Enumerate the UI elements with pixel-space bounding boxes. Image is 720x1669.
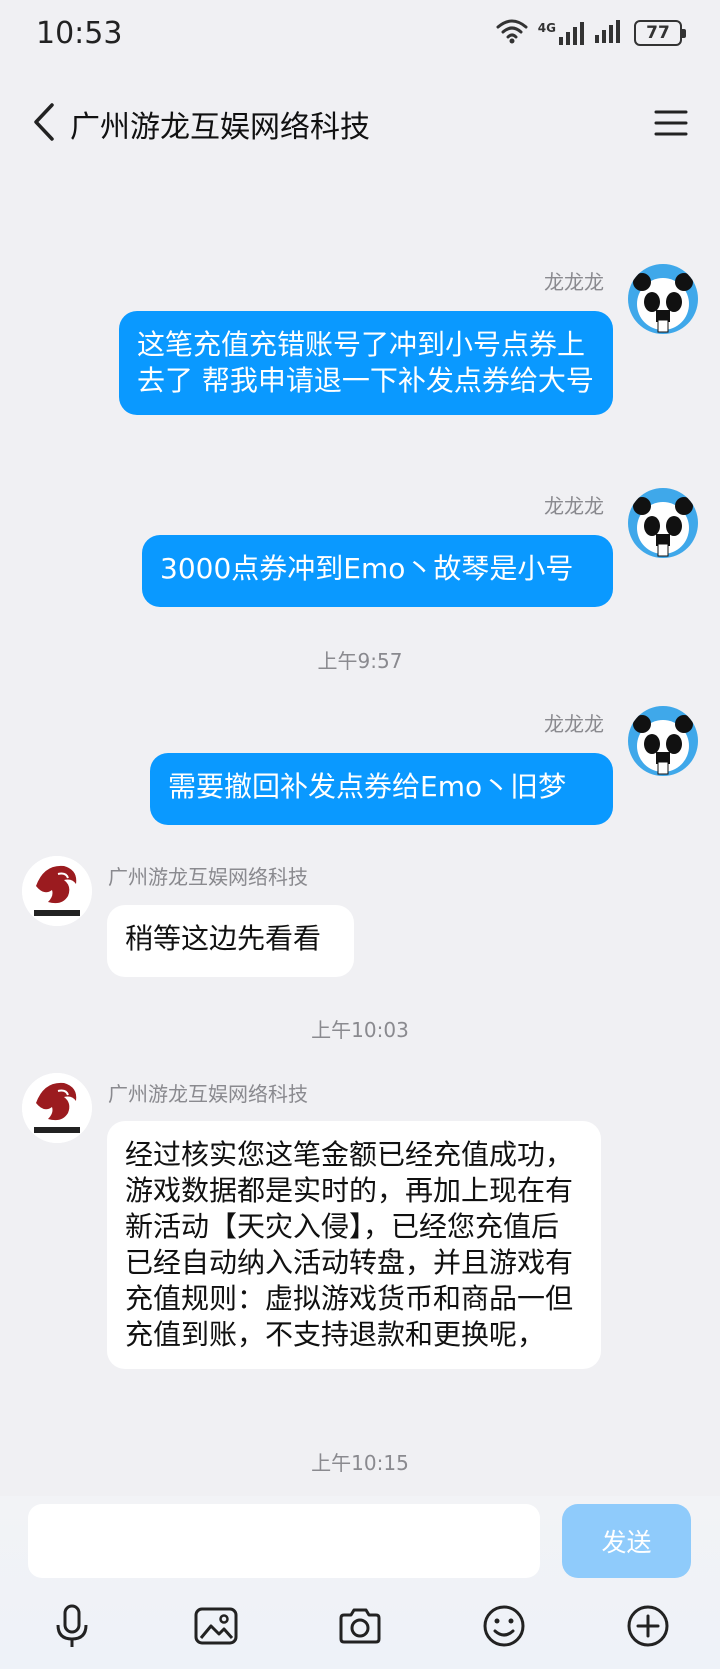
status-time: 10:53 <box>36 16 123 51</box>
image-icon <box>194 1607 238 1645</box>
message-input[interactable] <box>28 1504 540 1578</box>
microphone-icon <box>56 1604 88 1647</box>
chat-title: 广州游龙互娱网络科技 <box>70 110 370 145</box>
message-bubble-outgoing[interactable]: 需要撤回补发点券给Emo丶旧梦 <box>150 753 613 825</box>
status-icons: 4G 77 <box>496 18 686 48</box>
status-bar: 10:53 4G 77 <box>0 0 720 70</box>
dragon-logo-icon <box>22 1073 92 1143</box>
sender-name: 广州游龙互娱网络科技 <box>108 865 308 889</box>
sender-name: 广州游龙互娱网络科技 <box>108 1082 308 1106</box>
image-button[interactable] <box>186 1596 246 1656</box>
message-bubble-incoming[interactable]: 稍等这边先看看 <box>107 905 354 977</box>
message-bubble-outgoing[interactable]: 3000点券冲到Emo丶故琴是小号 <box>142 535 613 607</box>
panda-avatar-icon <box>633 273 693 333</box>
wifi-icon <box>496 18 528 48</box>
camera-icon <box>339 1608 381 1644</box>
chevron-left-icon <box>34 103 54 141</box>
message-bubble-incoming[interactable]: 经过核实您这笔金额已经充值成功，游戏数据都是实时的，再加上现在有新活动【天灾入侵… <box>107 1121 601 1369</box>
back-button[interactable] <box>20 96 68 148</box>
cellular-4g-icon: 4G <box>538 21 584 45</box>
avatar[interactable] <box>22 1073 92 1143</box>
sender-name: 龙龙龙 <box>544 270 604 294</box>
avatar[interactable] <box>628 488 698 558</box>
emoji-icon <box>483 1605 525 1647</box>
message-timestamp: 上午10:15 <box>311 1451 409 1475</box>
panda-avatar-icon <box>633 715 693 775</box>
dragon-logo-icon <box>22 856 92 926</box>
input-area: 发送 <box>0 1496 720 1669</box>
avatar[interactable] <box>22 856 92 926</box>
voice-button[interactable] <box>42 1596 102 1656</box>
input-toolbar <box>0 1596 720 1656</box>
menu-button[interactable] <box>648 100 694 146</box>
avatar[interactable] <box>628 264 698 334</box>
camera-button[interactable] <box>330 1596 390 1656</box>
chat-header: 广州游龙互娱网络科技 <box>0 84 720 162</box>
message-timestamp: 上午10:03 <box>311 1018 409 1042</box>
plus-icon <box>627 1605 669 1647</box>
message-timestamp: 上午9:57 <box>317 649 403 673</box>
hamburger-menu-icon <box>654 110 688 136</box>
emoji-button[interactable] <box>474 1596 534 1656</box>
battery-indicator: 77 <box>634 20 686 46</box>
message-bubble-outgoing[interactable]: 这笔充值充错账号了冲到小号点券上去了 帮我申请退一下补发点券给大号 <box>119 311 613 415</box>
more-button[interactable] <box>618 1596 678 1656</box>
send-button[interactable]: 发送 <box>562 1504 691 1578</box>
sender-name: 龙龙龙 <box>544 712 604 736</box>
sender-name: 龙龙龙 <box>544 494 604 518</box>
network-label: 4G <box>537 21 556 35</box>
panda-avatar-icon <box>633 497 693 557</box>
cellular-signal-icon <box>594 19 624 47</box>
avatar[interactable] <box>628 706 698 776</box>
